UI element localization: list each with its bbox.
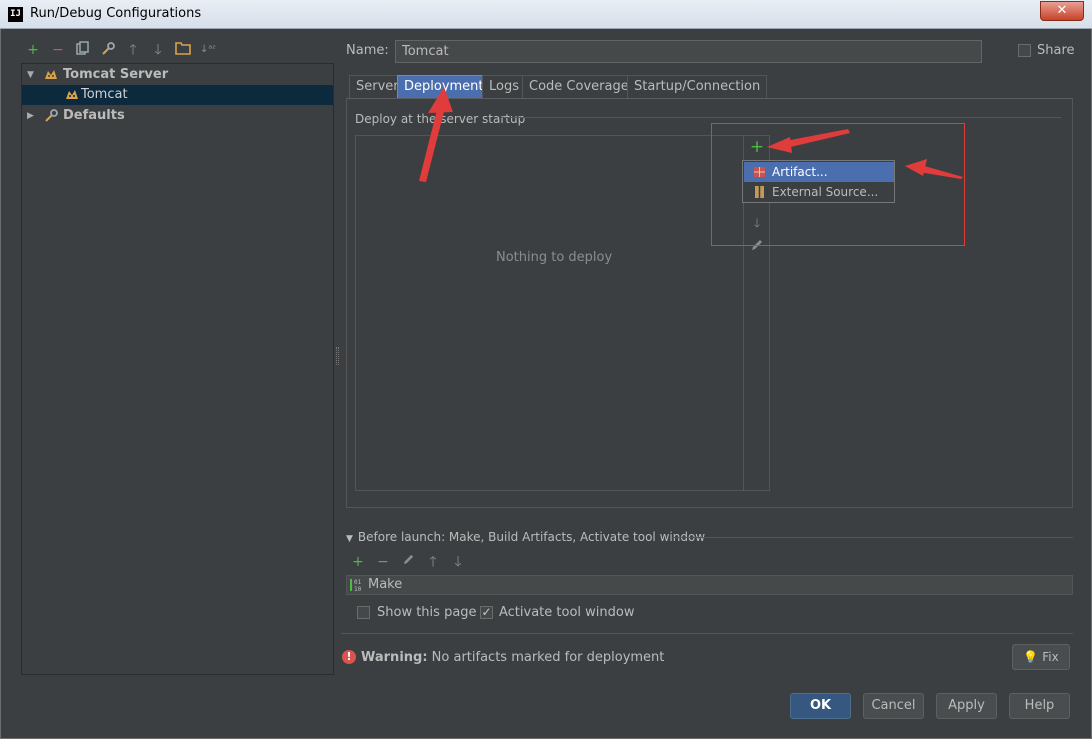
- annotation-arrow-artifact: [919, 165, 963, 179]
- annotation-arrowhead: [428, 87, 453, 113]
- annotation-arrowhead: [767, 137, 792, 153]
- window-title: Run/Debug Configurations: [30, 6, 202, 21]
- annotation-arrows: [419, 87, 963, 182]
- window-title-bar: IJ Run/Debug Configurations ✕: [0, 0, 1092, 29]
- annotation-arrowhead: [905, 159, 927, 176]
- window-close-button[interactable]: ✕: [1040, 1, 1084, 21]
- intellij-app-icon: IJ: [8, 7, 23, 22]
- dialog-body: + − 🡑 🡓 ↓ᵃᶻ ▼ Tomcat Server Tomcat ▶ Def…: [0, 29, 1092, 739]
